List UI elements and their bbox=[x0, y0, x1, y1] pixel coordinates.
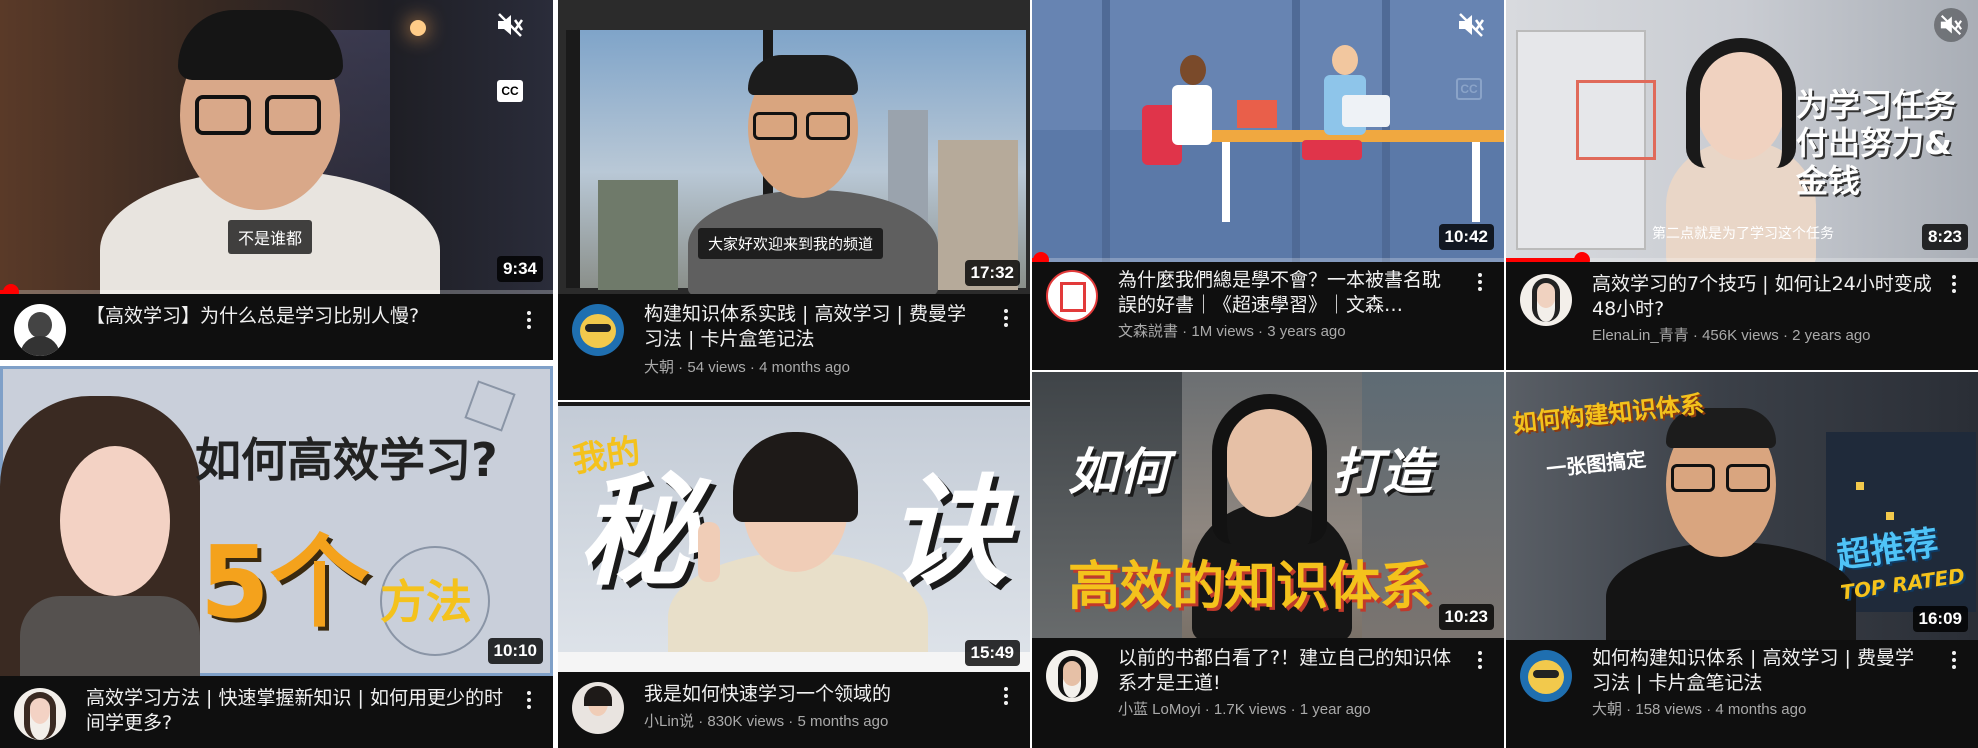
view-count: 1.7K views bbox=[1213, 701, 1287, 718]
closed-captions-icon[interactable]: CC bbox=[497, 80, 523, 102]
thumbnail-overlay-line-1: 如何高效学习? bbox=[195, 433, 498, 487]
video-duration: 10:23 bbox=[1438, 604, 1494, 630]
channel-name[interactable]: 小蓝 LoMoyi bbox=[1118, 701, 1201, 718]
video-card-3[interactable]: CC 10:42 為什麼我們總是學不會？一本被書名耽誤的好書｜《超速學習》｜文森… bbox=[1032, 0, 1504, 370]
more-options-icon[interactable] bbox=[517, 306, 541, 334]
channel-name[interactable]: 大朝 bbox=[644, 359, 674, 376]
more-options-icon[interactable] bbox=[1942, 270, 1966, 298]
thumbnail-overlay-line-2: 5个 bbox=[200, 524, 370, 641]
video-meta: 以前的书都白看了?！建立自己的知识体系才是王道! 小蓝 LoMoyi · 1.7… bbox=[1032, 638, 1504, 748]
channel-avatar[interactable] bbox=[1046, 650, 1098, 702]
video-thumbnail[interactable]: 如何高效学习? 5个 方法 10:10 bbox=[0, 366, 553, 676]
video-stats: ElenaLin_青青 · 456K views · 2 years ago bbox=[1592, 327, 1871, 344]
channel-avatar[interactable] bbox=[14, 304, 66, 356]
mute-icon[interactable] bbox=[493, 8, 527, 42]
more-options-icon[interactable] bbox=[1468, 268, 1492, 296]
video-card-6[interactable]: 我的 秘 诀 15:49 我是如何快速学习一个领域的 小Lin说 · 830K … bbox=[558, 402, 1030, 748]
channel-avatar[interactable] bbox=[572, 304, 624, 356]
video-title[interactable]: 我是如何快速学习一个领域的 bbox=[644, 682, 984, 707]
thumbnail-overlay-line-1: 如何 bbox=[1068, 443, 1168, 501]
video-thumbnail[interactable]: 如何构建知识体系 一张图搞定 超推荐 TOP RATED 16:09 bbox=[1506, 372, 1978, 640]
video-title[interactable]: 以前的书都白看了?！建立自己的知识体系才是王道! bbox=[1118, 646, 1458, 696]
video-meta: 我是如何快速学习一个领域的 小Lin说 · 830K views · 5 mon… bbox=[558, 672, 1030, 748]
video-duration: 15:49 bbox=[964, 640, 1020, 666]
video-stats: 文森説書 · 1M views · 3 years ago bbox=[1118, 323, 1346, 340]
channel-avatar[interactable] bbox=[1520, 274, 1572, 326]
more-options-icon[interactable] bbox=[1468, 646, 1492, 674]
view-count: 54 views bbox=[687, 359, 746, 376]
more-options-icon[interactable] bbox=[994, 682, 1018, 710]
video-meta: 如何构建知识体系 | 高效学习 | 费曼学习法 | 卡片盒笔记法 大朝 · 15… bbox=[1506, 640, 1978, 748]
more-options-icon[interactable] bbox=[994, 304, 1018, 332]
video-thumbnail[interactable]: 不是谁都 CC 9:34 bbox=[0, 0, 553, 294]
video-title[interactable]: 高效学习方法 | 快速掌握新知识 | 如何用更少的时间学更多? bbox=[86, 686, 507, 736]
upload-age: 2 years ago bbox=[1792, 327, 1871, 344]
video-title[interactable]: 為什麼我們總是學不會？一本被書名耽誤的好書｜《超速學習》｜文森… bbox=[1118, 268, 1458, 318]
video-stats: 小Lin说 · 830K views · 5 months ago bbox=[644, 713, 889, 730]
video-card-2[interactable]: 大家好欢迎来到我的频道 17:32 构建知识体系实践 | 高效学习 | 费曼学习… bbox=[558, 0, 1030, 400]
video-stats: 大朝 · 54 views · 4 months ago bbox=[644, 359, 850, 376]
upload-age: 3 years ago bbox=[1267, 323, 1346, 340]
view-count: 830K views bbox=[707, 713, 785, 730]
video-meta: 高效学习的7个技巧 | 如何让24小时变成48小时? ElenaLin_青青 ·… bbox=[1506, 262, 1978, 370]
video-caption: 不是谁都 bbox=[228, 220, 313, 254]
channel-name[interactable]: 文森説書 bbox=[1118, 323, 1178, 340]
more-options-icon[interactable] bbox=[517, 686, 541, 714]
video-card-1[interactable]: 不是谁都 CC 9:34 【高效学习】为什么总是学习比别人慢? bbox=[0, 0, 553, 360]
more-options-icon[interactable] bbox=[1942, 646, 1966, 674]
view-count: 158 views bbox=[1635, 701, 1703, 718]
upload-age: 4 months ago bbox=[759, 359, 850, 376]
video-thumbnail[interactable]: 为学习任务 付出努力& 金钱 第二点就是为了学习这个任务 8:23 bbox=[1506, 0, 1978, 262]
video-duration: 8:23 bbox=[1921, 224, 1968, 250]
thumbnail-overlay-line-2: 打造 bbox=[1332, 443, 1432, 501]
video-title[interactable]: 构建知识体系实践 | 高效学习 | 费曼学习法 | 卡片盒笔记法 bbox=[644, 302, 984, 352]
video-thumbnail[interactable]: CC 10:42 bbox=[1032, 0, 1504, 262]
channel-name[interactable]: 大朝 bbox=[1592, 701, 1622, 718]
video-title[interactable]: 高效学习的7个技巧 | 如何让24小时变成48小时? bbox=[1592, 272, 1932, 322]
video-duration: 17:32 bbox=[964, 260, 1020, 286]
mute-icon[interactable] bbox=[1454, 8, 1488, 42]
channel-avatar[interactable] bbox=[1520, 650, 1572, 702]
thumbnail-overlay-line-2: 秘 bbox=[578, 463, 698, 602]
video-meta: 為什麼我們總是學不會？一本被書名耽誤的好書｜《超速學習》｜文森… 文森説書 · … bbox=[1032, 262, 1504, 370]
video-title[interactable]: 【高效学习】为什么总是学习比别人慢? bbox=[86, 304, 507, 329]
video-title[interactable]: 如何构建知识体系 | 高效学习 | 费曼学习法 | 卡片盒笔记法 bbox=[1592, 646, 1932, 696]
channel-avatar[interactable] bbox=[14, 688, 66, 740]
video-stats: 大朝 · 158 views · 4 months ago bbox=[1592, 701, 1807, 718]
video-card-4[interactable]: 为学习任务 付出努力& 金钱 第二点就是为了学习这个任务 8:23 高效学习的7… bbox=[1506, 0, 1978, 370]
thumbnail-overlay-line-3: 高效的知识体系 bbox=[1068, 557, 1433, 617]
video-duration: 16:09 bbox=[1912, 606, 1968, 632]
mute-icon[interactable] bbox=[1934, 8, 1968, 42]
channel-avatar[interactable] bbox=[1046, 270, 1098, 322]
thumbnail-overlay-line-3: 方法 bbox=[380, 575, 472, 629]
channel-name[interactable]: ElenaLin_青青 bbox=[1592, 327, 1689, 344]
view-count: 1M views bbox=[1191, 323, 1254, 340]
thumbnail-overlay-line-3: 金钱 bbox=[1796, 162, 1861, 200]
upload-age: 1 year ago bbox=[1299, 701, 1371, 718]
progress-handle[interactable] bbox=[1573, 252, 1590, 262]
video-thumbnail[interactable]: 大家好欢迎来到我的频道 17:32 bbox=[558, 0, 1030, 294]
video-caption: 第二点就是为了学习这个任务 bbox=[1652, 226, 1834, 242]
video-thumbnail[interactable]: 我的 秘 诀 15:49 bbox=[558, 402, 1030, 672]
video-caption: 大家好欢迎来到我的频道 bbox=[698, 228, 884, 259]
video-meta: 【高效学习】为什么总是学习比别人慢? bbox=[0, 294, 553, 360]
upload-age: 4 months ago bbox=[1715, 701, 1807, 718]
progress-handle[interactable] bbox=[3, 284, 20, 294]
video-meta: 构建知识体系实践 | 高效学习 | 费曼学习法 | 卡片盒笔记法 大朝 · 54… bbox=[558, 294, 1030, 400]
video-meta: 高效学习方法 | 快速掌握新知识 | 如何用更少的时间学更多? bbox=[0, 676, 553, 748]
video-card-8[interactable]: 如何构建知识体系 一张图搞定 超推荐 TOP RATED 16:09 如何构建知… bbox=[1506, 372, 1978, 748]
channel-name[interactable]: 小Lin说 bbox=[644, 713, 694, 730]
closed-captions-icon[interactable]: CC bbox=[1456, 78, 1482, 100]
video-duration: 10:42 bbox=[1438, 224, 1494, 250]
view-count: 456K views bbox=[1702, 327, 1779, 344]
channel-avatar[interactable] bbox=[572, 682, 624, 734]
video-stats: 小蓝 LoMoyi · 1.7K views · 1 year ago bbox=[1118, 701, 1371, 718]
upload-age: 5 months ago bbox=[797, 713, 889, 730]
video-duration: 9:34 bbox=[496, 256, 543, 282]
video-card-7[interactable]: 如何 打造 高效的知识体系 10:23 以前的书都白看了?！建立自己的知识体系才… bbox=[1032, 372, 1504, 748]
video-duration: 10:10 bbox=[487, 638, 543, 664]
video-thumbnail[interactable]: 如何 打造 高效的知识体系 10:23 bbox=[1032, 372, 1504, 638]
video-card-5[interactable]: 如何高效学习? 5个 方法 10:10 高效学习方法 | 快速掌握新知识 | 如… bbox=[0, 366, 553, 748]
